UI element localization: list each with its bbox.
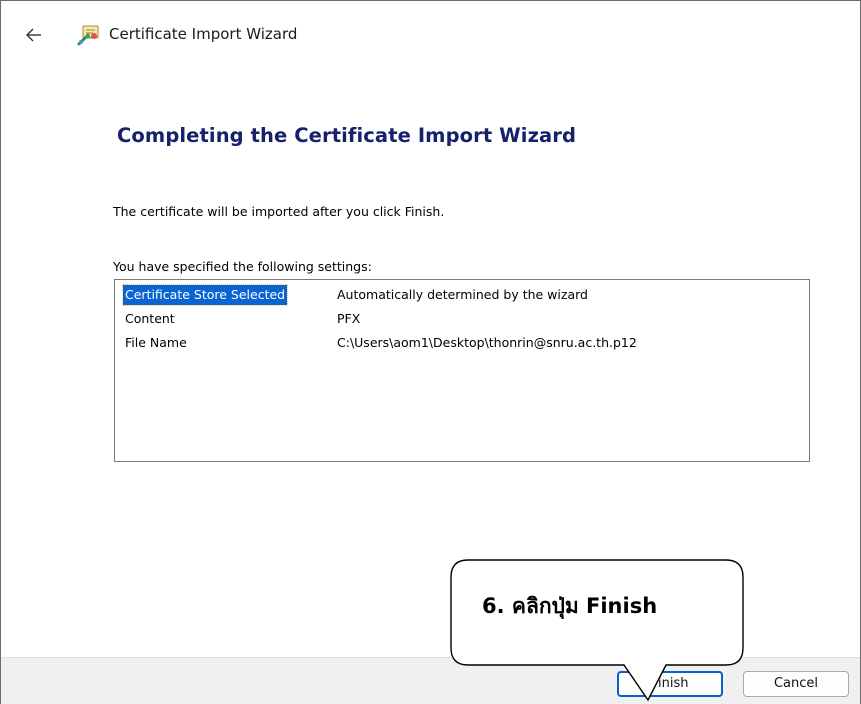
cancel-button[interactable]: Cancel — [743, 671, 849, 697]
settings-row-value: Automatically determined by the wizard — [337, 287, 588, 302]
settings-list[interactable]: Certificate Store Selected Automatically… — [114, 279, 810, 462]
settings-row-value: C:\Users\aom1\Desktop\thonrin@snru.ac.th… — [337, 335, 637, 350]
window-title: Certificate Import Wizard — [109, 25, 298, 43]
certificate-wizard-icon — [76, 22, 102, 48]
completion-description: The certificate will be imported after y… — [113, 204, 445, 219]
settings-row-store[interactable]: Certificate Store Selected Automatically… — [121, 284, 783, 306]
back-arrow-icon[interactable] — [23, 23, 47, 47]
page-heading: Completing the Certificate Import Wizard — [117, 124, 577, 147]
settings-row-content[interactable]: Content PFX — [123, 309, 783, 329]
instruction-callout — [450, 559, 744, 702]
settings-label: You have specified the following setting… — [113, 259, 372, 274]
settings-row-name: File Name — [125, 335, 187, 350]
settings-row-value: PFX — [337, 311, 361, 326]
settings-row-name: Content — [125, 311, 175, 326]
settings-row-file-name[interactable]: File Name C:\Users\aom1\Desktop\thonrin@… — [123, 333, 783, 353]
title-bar: Certificate Import Wizard — [1, 1, 860, 71]
callout-text: 6. คลิกปุ่ม Finish — [482, 594, 658, 618]
settings-row-name: Certificate Store Selected — [121, 284, 289, 306]
